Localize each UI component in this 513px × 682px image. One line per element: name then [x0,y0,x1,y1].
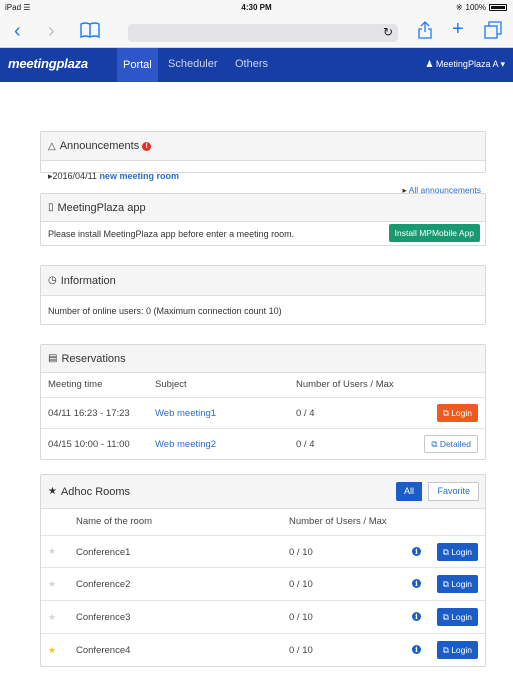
col-users: Number of Users / Max [289,516,387,527]
calendar-icon: ▤ [48,353,58,364]
external-link-icon: ⧉ [442,579,449,589]
status-bar: iPad ☰ 4:30 PM ※ 100% [0,0,513,16]
filter-all-button[interactable]: All [395,482,422,501]
battery-status: ※ 100% [456,3,507,12]
favorite-star-icon[interactable]: ★ [48,546,56,557]
table-row: ★ Conference4 0 / 10 i ⧉ Login [41,633,485,666]
online-users-text: Number of online users: 0 (Maximum conne… [48,306,282,316]
app-message: Please install MeetingPlaza app before e… [48,229,295,239]
announcement-item: ▸2016/04/11 new meeting room [48,171,179,181]
information-body: Number of online users: 0 (Maximum conne… [41,296,485,325]
users-count: 0 / 4 [296,439,315,450]
external-link-icon: ⧉ [442,612,449,622]
announcements-body: ▸2016/04/11 new meeting room ▸ All annou… [41,161,485,195]
col-subject: Subject [155,379,187,390]
table-row: ★ Conference1 0 / 10 i ⧉ Login [41,535,485,567]
book-icon[interactable] [80,21,100,43]
room-name: Conference1 [76,547,131,558]
info-icon[interactable]: i [412,612,421,621]
room-name: Conference3 [76,612,131,623]
external-link-icon: ⧉ [431,439,438,449]
user-menu[interactable]: ♟ MeetingPlaza A ▾ [425,59,505,70]
app-panel: ▯ MeetingPlaza app Please install Meetin… [40,193,486,246]
announcements-panel: △ Announcements ! ▸2016/04/11 new meetin… [40,131,486,195]
announcements-heading: △ Announcements ! [41,132,485,161]
address-bar[interactable]: ↻ [128,24,398,42]
reservations-heading: ▤ Reservations [41,345,485,373]
clock-icon: ◷ [48,275,57,286]
users-count: 0 / 10 [289,547,313,558]
login-button[interactable]: ⧉ Login [436,404,478,422]
information-panel: ◷ Information Number of online users: 0 … [40,265,486,325]
reservations-panel: ▤ Reservations Meeting time Subject Numb… [40,344,486,460]
table-row: ★ Conference3 0 / 10 i ⧉ Login [41,600,485,633]
login-button[interactable]: ⧉ Login [436,641,478,659]
table-row: 04/11 16:23 - 17:23 Web meeting1 0 / 4 ⧉… [41,397,485,428]
favorite-star-icon[interactable]: ★ [48,645,56,656]
battery-icon [489,4,507,11]
install-app-button[interactable]: Install MPMobile App [388,224,480,242]
room-name: Conference2 [76,579,131,590]
brand-logo[interactable]: meetingplaza [8,56,88,71]
share-icon[interactable] [418,21,432,44]
reload-icon[interactable]: ↻ [383,25,393,39]
favorite-star-icon[interactable]: ★ [48,579,56,590]
login-button[interactable]: ⧉ Login [436,543,478,561]
announcement-link[interactable]: new meeting room [99,171,179,181]
users-count: 0 / 10 [289,612,313,623]
external-link-icon: ⧉ [442,645,449,655]
info-icon[interactable]: i [412,579,421,588]
detailed-button[interactable]: ⧉ Detailed [424,435,478,453]
col-room-name: Name of the room [76,516,153,527]
adhoc-heading: ★ Adhoc Rooms All Favorite [41,475,485,509]
table-row: ★ Conference2 0 / 10 i ⧉ Login [41,567,485,600]
meeting-time: 04/11 16:23 - 17:23 [48,408,130,419]
table-header: Meeting time Subject Number of Users / M… [41,373,485,397]
meeting-time: 04/15 10:00 - 11:00 [48,439,130,450]
table-header: Name of the room Number of Users / Max [41,509,485,535]
users-count: 0 / 4 [296,408,315,419]
nav-portal[interactable]: Portal [117,48,158,82]
mobile-icon: ▯ [48,202,54,213]
login-button[interactable]: ⧉ Login [436,608,478,626]
reservations-table: Meeting time Subject Number of Users / M… [41,373,485,459]
clock: 4:30 PM [241,3,272,12]
chevron-left-icon[interactable]: ‹ [14,20,21,42]
app-body: Please install MeetingPlaza app before e… [41,222,485,246]
star-icon: ★ [48,486,57,497]
favorite-star-icon[interactable]: ★ [48,612,56,623]
table-row: 04/15 10:00 - 11:00 Web meeting2 0 / 4 ⧉… [41,428,485,459]
users-count: 0 / 10 [289,579,313,590]
plus-icon[interactable]: + [452,18,464,40]
app-heading: ▯ MeetingPlaza app [41,194,485,222]
tabs-icon[interactable] [484,21,502,44]
external-link-icon: ⧉ [442,408,449,418]
subject-link[interactable]: Web meeting1 [155,408,216,419]
col-users: Number of Users / Max [296,379,394,390]
room-name: Conference4 [76,645,131,656]
col-meeting-time: Meeting time [48,379,103,390]
app-navbar: meetingplaza Portal Scheduler Others ♟ M… [0,48,513,82]
info-icon[interactable]: i [412,547,421,556]
bell-icon: △ [48,140,56,152]
battery-percent: 100% [465,3,486,12]
nav-scheduler[interactable]: Scheduler [168,58,218,70]
chevron-right-icon[interactable]: › [48,20,55,42]
bluetooth-icon: ※ [455,3,463,12]
external-link-icon: ⧉ [442,547,449,557]
filter-favorite-button[interactable]: Favorite [428,482,479,501]
login-button[interactable]: ⧉ Login [436,575,478,593]
browser-toolbar: ‹ › ↻ + [0,16,513,48]
info-icon[interactable]: i [412,645,421,654]
subject-link[interactable]: Web meeting2 [155,439,216,450]
adhoc-table: Name of the room Number of Users / Max ★… [41,509,485,667]
nav-others[interactable]: Others [235,58,268,70]
alert-icon: ! [142,141,152,151]
information-heading: ◷ Information [41,266,485,296]
users-count: 0 / 10 [289,645,313,656]
adhoc-rooms-panel: ★ Adhoc Rooms All Favorite Name of the r… [40,474,486,667]
